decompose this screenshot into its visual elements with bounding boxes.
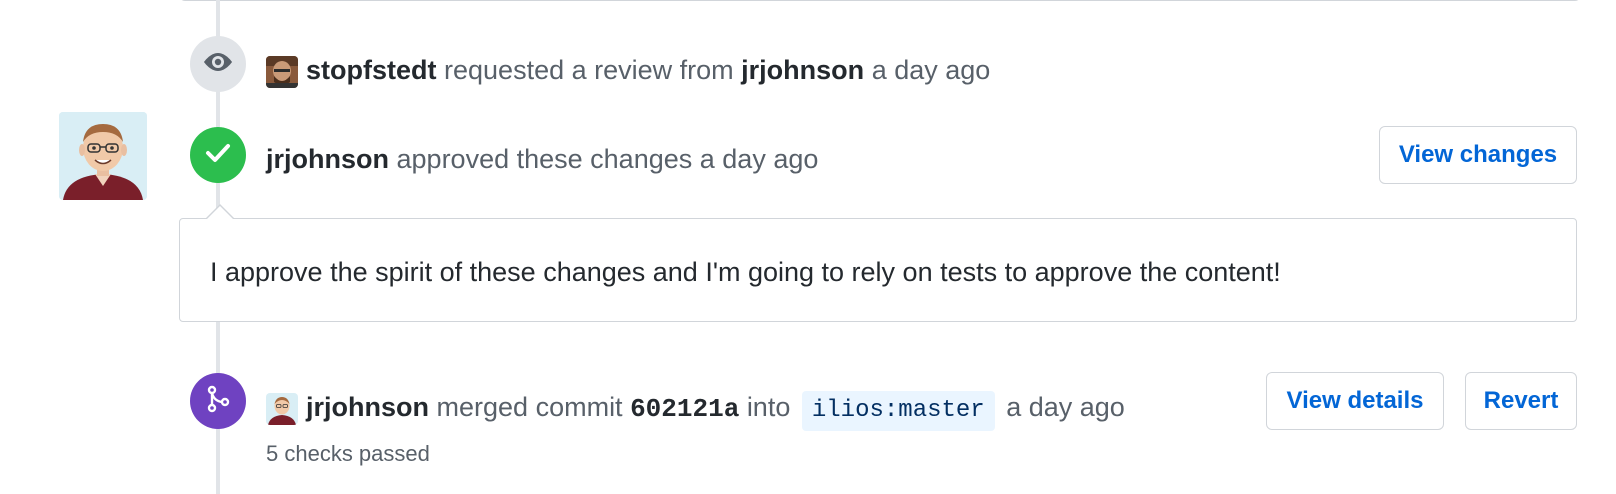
commit-sha-link[interactable]: 602121a bbox=[630, 394, 739, 424]
approval-time[interactable]: a day ago bbox=[700, 144, 819, 174]
review-request-event: stopfstedt requested a review from jrjoh… bbox=[266, 52, 990, 88]
review-request-action: requested a review from bbox=[444, 55, 734, 85]
view-details-button[interactable]: View details bbox=[1266, 372, 1444, 430]
approved-badge bbox=[190, 127, 246, 183]
eye-icon bbox=[201, 50, 235, 79]
merged-badge bbox=[190, 373, 246, 429]
revert-button[interactable]: Revert bbox=[1465, 372, 1577, 430]
avatar-jrjohnson-small[interactable] bbox=[266, 392, 298, 425]
branch-ref[interactable]: ilios:master bbox=[801, 391, 995, 431]
avatar-jrjohnson-large[interactable] bbox=[59, 112, 147, 200]
review-requester-link[interactable]: stopfstedt bbox=[306, 55, 437, 85]
merge-event: jrjohnson merged commit 602121a into ili… bbox=[266, 389, 1125, 431]
approval-action: approved these changes bbox=[396, 144, 693, 174]
view-changes-button[interactable]: View changes bbox=[1379, 126, 1577, 184]
previous-comment-box-bottom bbox=[179, 0, 1581, 1]
merge-time[interactable]: a day ago bbox=[1006, 392, 1125, 422]
checks-status[interactable]: 5 checks passed bbox=[266, 440, 430, 468]
git-merge-icon bbox=[206, 385, 230, 418]
reviewer-link[interactable]: jrjohnson bbox=[741, 55, 864, 85]
comment-caret-fill bbox=[207, 206, 233, 219]
avatar-stopfstedt[interactable] bbox=[266, 55, 298, 88]
approver-link[interactable]: jrjohnson bbox=[266, 144, 389, 174]
approval-event: jrjohnson approved these changes a day a… bbox=[266, 141, 818, 177]
review-request-time[interactable]: a day ago bbox=[872, 55, 991, 85]
merge-action: merged commit bbox=[436, 392, 623, 422]
merger-link[interactable]: jrjohnson bbox=[306, 392, 429, 422]
approval-comment-body: I approve the spirit of these changes an… bbox=[210, 257, 1281, 287]
review-request-badge bbox=[190, 36, 246, 92]
check-icon bbox=[205, 143, 231, 168]
merge-into-text: into bbox=[746, 392, 791, 422]
